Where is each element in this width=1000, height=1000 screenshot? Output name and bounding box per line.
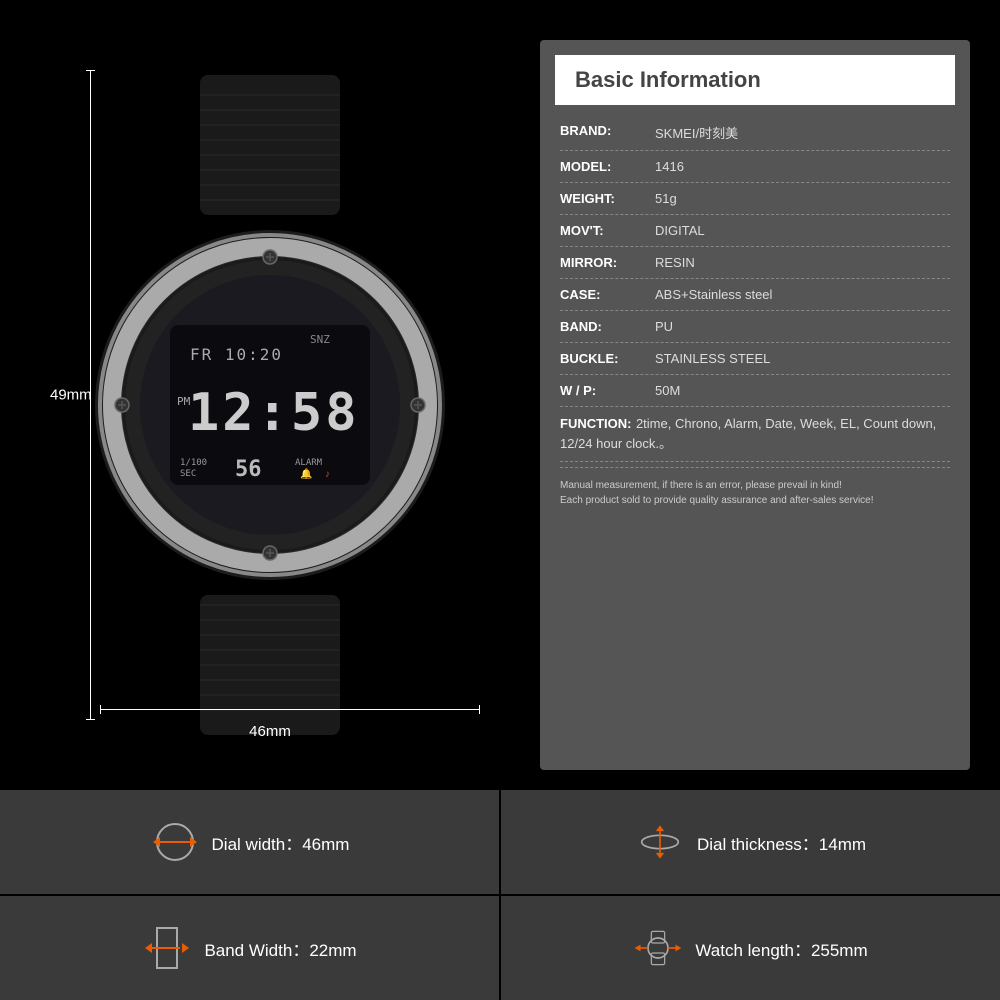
function-key: FUNCTION:: [560, 416, 632, 431]
info-title-bar: Basic Information: [555, 55, 955, 105]
mirror-row: MIRROR: RESIN: [560, 247, 950, 279]
movement-value: DIGITAL: [655, 223, 950, 238]
dial-thickness-label: Dial thickness：14mm: [697, 830, 866, 855]
width-dimension-label: 46mm: [249, 723, 291, 740]
weight-value: 51g: [655, 191, 950, 206]
function-row: FUNCTION: 2time, Chrono, Alarm, Date, We…: [560, 407, 950, 462]
brand-value: SKMEI/时刻美: [655, 123, 950, 142]
case-key: CASE:: [560, 287, 655, 302]
band-key: BAND:: [560, 319, 655, 334]
svg-text:♪: ♪: [325, 469, 330, 480]
info-panel: Basic Information BRAND: SKMEI/时刻美 MODEL…: [540, 40, 970, 770]
model-value: 1416: [655, 159, 950, 174]
wp-row: W / P: 50M: [560, 375, 950, 407]
dial-thickness-icon: [635, 817, 685, 867]
buckle-row: BUCKLE: STAINLESS STEEL: [560, 343, 950, 375]
buckle-key: BUCKLE:: [560, 351, 655, 366]
watch-svg: SNZ FR 10:20 PM 12:58 1/100 SEC 56 ALARM…: [80, 75, 460, 735]
dial-width-label: Dial width：46mm: [212, 830, 350, 855]
model-row: MODEL: 1416: [560, 151, 950, 183]
svg-text:12:58: 12:58: [188, 383, 360, 443]
weight-key: WEIGHT:: [560, 191, 655, 206]
svg-text:SEC: SEC: [180, 469, 196, 479]
mirror-key: MIRROR:: [560, 255, 655, 270]
info-rows: BRAND: SKMEI/时刻美 MODEL: 1416 WEIGHT: 51g…: [540, 105, 970, 523]
weight-row: WEIGHT: 51g: [560, 183, 950, 215]
spec-dial-width: Dial width：46mm: [0, 790, 499, 894]
buckle-value: STAINLESS STEEL: [655, 351, 950, 366]
band-value: PU: [655, 319, 950, 334]
wp-value: 50M: [655, 383, 950, 398]
svg-text:56: 56: [235, 457, 262, 482]
movement-row: MOV'T: DIGITAL: [560, 215, 950, 247]
movement-key: MOV'T:: [560, 223, 655, 238]
note-line1: Manual measurement, if there is an error…: [560, 478, 950, 493]
watch-length-label: Watch length：255mm: [695, 936, 867, 961]
spec-watch-length: Watch length：255mm: [501, 896, 1000, 1000]
main-area: 49mm: [0, 0, 1000, 790]
width-dimension-line: [100, 709, 480, 710]
spec-dial-thickness: Dial thickness：14mm: [501, 790, 1000, 894]
svg-text:🔔: 🔔: [300, 468, 312, 480]
svg-text:FR 10:20: FR 10:20: [190, 345, 283, 364]
svg-text:1/100: 1/100: [180, 458, 207, 468]
svg-text:ALARM: ALARM: [295, 458, 323, 468]
wp-key: W / P:: [560, 383, 655, 398]
brand-row: BRAND: SKMEI/时刻美: [560, 115, 950, 151]
svg-text:SNZ: SNZ: [310, 333, 330, 346]
band-width-icon: [142, 923, 192, 973]
band-row: BAND: PU: [560, 311, 950, 343]
dial-width-icon: [150, 817, 200, 867]
info-note: Manual measurement, if there is an error…: [560, 467, 950, 513]
case-value: ABS+Stainless steel: [655, 287, 950, 302]
model-key: MODEL:: [560, 159, 655, 174]
specs-bar: Dial width：46mm Dial thickness：14mm: [0, 790, 1000, 1000]
watch-illustration-container: SNZ FR 10:20 PM 12:58 1/100 SEC 56 ALARM…: [80, 75, 460, 735]
brand-key: BRAND:: [560, 123, 655, 138]
watch-area: 49mm: [20, 20, 520, 770]
watch-length-icon: [633, 923, 683, 973]
mirror-value: RESIN: [655, 255, 950, 270]
band-width-label: Band Width：22mm: [204, 936, 356, 961]
case-row: CASE: ABS+Stainless steel: [560, 279, 950, 311]
info-title: Basic Information: [575, 67, 935, 93]
note-line2: Each product sold to provide quality ass…: [560, 493, 950, 508]
spec-band-width: Band Width：22mm: [0, 896, 499, 1000]
